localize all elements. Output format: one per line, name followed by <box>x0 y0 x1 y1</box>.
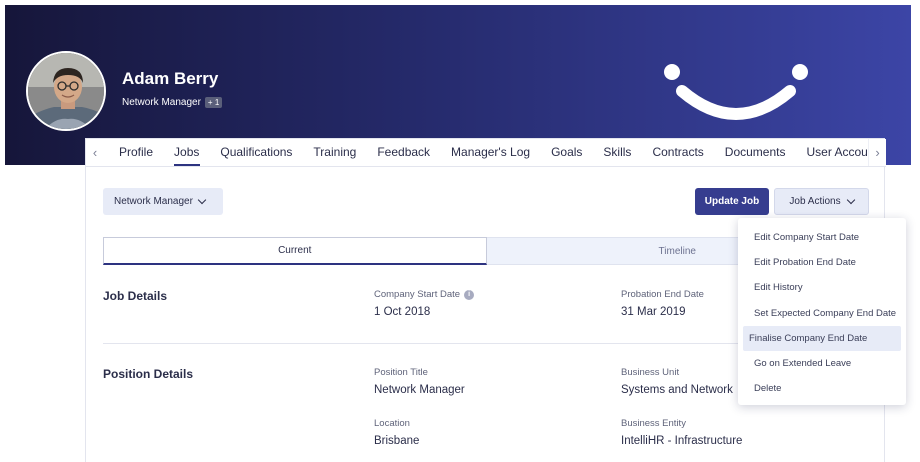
job-actions-menu: Edit Company Start Date Edit Probation E… <box>738 218 906 405</box>
chevron-right-icon[interactable]: › <box>868 139 886 166</box>
company-start-date-label: Company Start Date i <box>374 289 475 300</box>
job-details-title: Job Details <box>103 289 168 303</box>
profile-tabs: ‹ Profile Jobs Qualifications Training F… <box>86 139 886 167</box>
tab-profile[interactable]: Profile <box>119 139 164 166</box>
tab-managers-log[interactable]: Manager's Log <box>441 139 541 166</box>
business-entity-label: Business Entity <box>621 418 686 429</box>
position-title-label: Position Title <box>374 367 428 378</box>
tab-feedback[interactable]: Feedback <box>367 139 441 166</box>
role-count-badge[interactable]: + 1 <box>204 97 223 108</box>
tab-jobs[interactable]: Jobs <box>164 139 210 166</box>
tab-qualifications[interactable]: Qualifications <box>210 139 303 166</box>
location-label: Location <box>374 418 410 429</box>
menu-item-set-expected-end[interactable]: Set Expected Company End Date <box>743 301 901 326</box>
location-value: Brisbane <box>374 435 420 447</box>
company-start-date-label-text: Company Start Date <box>374 289 461 300</box>
info-icon[interactable]: i <box>464 289 475 300</box>
menu-item-edit-probation[interactable]: Edit Probation End Date <box>743 250 901 275</box>
business-entity-value: IntelliHR - Infrastructure <box>621 435 743 447</box>
probation-end-date-label: Probation End Date <box>621 289 704 300</box>
company-start-date-value: 1 Oct 2018 <box>374 306 431 318</box>
menu-item-finalise-end[interactable]: Finalise Company End Date <box>743 325 901 351</box>
tab-contracts[interactable]: Contracts <box>642 139 714 166</box>
job-actions-label: Job Actions <box>789 196 841 207</box>
avatar-photo <box>28 53 104 129</box>
tab-training[interactable]: Training <box>303 139 367 166</box>
user-role-label: Network Manager <box>122 97 201 108</box>
menu-item-extended-leave[interactable]: Go on Extended Leave <box>743 351 901 376</box>
tab-skills[interactable]: Skills <box>593 139 642 166</box>
current-segment[interactable]: Current <box>103 237 487 265</box>
tab-goals[interactable]: Goals <box>541 139 593 166</box>
job-select-label: Network Manager <box>114 196 193 207</box>
chevron-down-icon <box>197 195 207 205</box>
menu-item-edit-history[interactable]: Edit History <box>743 275 901 300</box>
chevron-left-icon[interactable]: ‹ <box>86 139 104 166</box>
user-name: Adam Berry <box>122 69 219 88</box>
probation-end-date-value: 31 Mar 2019 <box>621 306 686 318</box>
tab-documents[interactable]: Documents <box>714 139 796 166</box>
business-unit-label: Business Unit <box>621 367 680 378</box>
chevron-down-icon <box>846 195 855 205</box>
menu-item-edit-start-date[interactable]: Edit Company Start Date <box>743 225 901 250</box>
update-job-button[interactable]: Update Job <box>695 188 769 215</box>
brand-logo-icon <box>664 64 808 120</box>
position-details-title: Position Details <box>103 367 194 381</box>
tab-list: Profile Jobs Qualifications Training Fee… <box>119 139 867 166</box>
position-title-value: Network Manager <box>374 384 465 396</box>
business-unit-value: Systems and Network <box>621 384 733 396</box>
user-role: Network Manager + 1 <box>122 97 223 108</box>
job-select-dropdown[interactable]: Network Manager <box>103 188 223 215</box>
avatar <box>26 51 106 131</box>
page: Adam Berry Network Manager + 1 ‹ Profile… <box>0 0 920 462</box>
tab-user-account[interactable]: User Account <box>796 139 868 166</box>
job-actions-button[interactable]: Job Actions <box>774 188 869 215</box>
menu-item-delete[interactable]: Delete <box>743 376 901 401</box>
